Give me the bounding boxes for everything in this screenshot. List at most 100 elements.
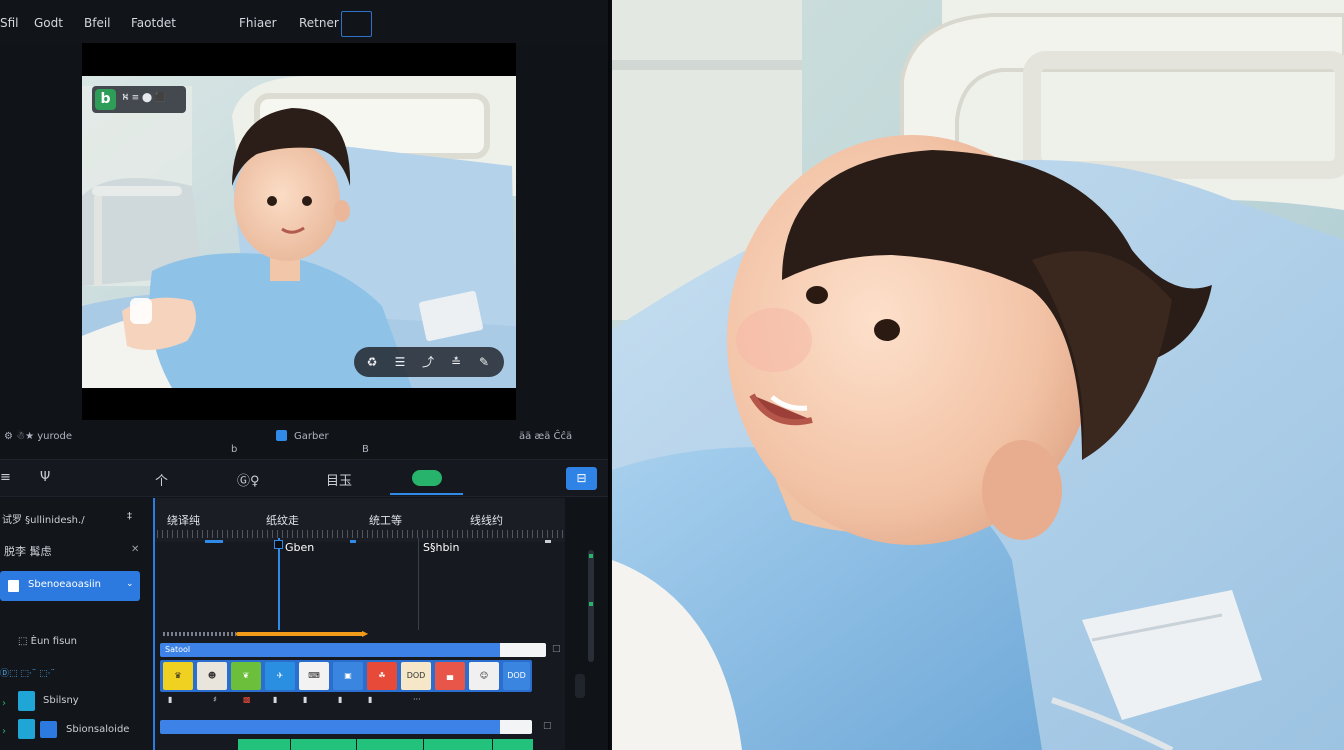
tool-strip: ≡ Ψ 个 Ⓖ♀ 目玉 — [0, 459, 608, 497]
reference-photo — [612, 0, 1344, 750]
scroll-track[interactable] — [588, 550, 594, 662]
marker-2[interactable] — [350, 540, 356, 543]
panel-toggle-button[interactable]: ⊟ — [566, 467, 597, 490]
keyframe-5[interactable]: ▮ — [303, 695, 307, 704]
video-editor-window: Sfil Godt Bfeil Faotdet Fhiaer Retner b … — [0, 0, 610, 750]
menu-file[interactable]: Sfil — [0, 16, 19, 30]
timeline-vertical-scrollbar[interactable] — [566, 498, 608, 750]
thumb-3[interactable]: ❦ — [231, 662, 261, 690]
active-tool-arrow-icon: ► — [433, 470, 443, 484]
thumb-2[interactable]: ☻ — [197, 662, 227, 690]
range-arrow-icon: ▶ — [362, 629, 369, 638]
timeline[interactable]: 绕译纯 纸纹走 统工等 线线约 S§hbin Gben ▶ Satool □ ♛… — [153, 498, 565, 750]
keyframe-1[interactable]: ▮ — [168, 695, 172, 704]
video-track-1-label: Satool — [165, 645, 191, 654]
ruler-label-1: 绕译纯 — [167, 514, 200, 527]
time-marker-label: S§hbin — [423, 541, 460, 554]
thumb-5[interactable]: ⌨ — [299, 662, 329, 690]
chevron-down-icon[interactable]: ⌄ — [126, 579, 134, 589]
ruler-label-3: 统工等 — [369, 514, 402, 527]
keyframe-8[interactable]: ··· — [413, 695, 421, 704]
audio-range-bar[interactable] — [236, 632, 364, 636]
track-1-menu-icon[interactable]: □ — [552, 644, 561, 654]
timeline-ruler[interactable]: 绕译纯 纸纹走 统工等 线线约 — [155, 498, 565, 542]
keyframe-2[interactable]: ♯ — [213, 695, 217, 704]
split-tool-button[interactable]: Ψ — [40, 470, 50, 485]
thumb-11[interactable]: DOD — [503, 662, 530, 690]
selected-item-label: Sbenoeaoasiin — [28, 579, 101, 590]
track-name-1[interactable]: Sbilsny — [43, 695, 79, 706]
track-name-2[interactable]: Sbionsaloide — [66, 724, 129, 735]
menu-filter[interactable]: Fhiaer — [239, 16, 277, 30]
track-color-swatch-2 — [18, 719, 35, 739]
side-panel-selected-item[interactable]: Sbenoeaoasiin ⌄ — [0, 571, 140, 601]
menu-format[interactable]: Faotdet — [131, 16, 176, 30]
video-track-2[interactable] — [160, 720, 532, 734]
playback-status-row: ⚙ ☃★ yurode Garber b B ää æä Ĉĉä — [0, 426, 608, 458]
side-panel-filter-row[interactable]: Ⓓ⬚ ⬚·¨ ⬚·¨ — [0, 666, 55, 679]
menu-bar: Sfil Godt Bfeil Faotdet Fhiaer Retner — [0, 0, 608, 46]
thumb-1[interactable]: ♛ — [163, 662, 193, 690]
badge-text: ⛕ ≡ ⬤ ⬛ — [122, 93, 167, 103]
thumb-8[interactable]: DOD — [401, 662, 431, 690]
preview-toolbar: ♻ ☰ ⤴ ≛ ✎ — [354, 347, 504, 377]
track-visible-icon-2[interactable]: › — [2, 726, 6, 737]
time-marker-line — [418, 538, 419, 630]
level-indicator — [589, 554, 593, 558]
ruler-label-4: 线线约 — [470, 514, 503, 527]
app-logo-icon: b — [95, 89, 116, 110]
audio-track[interactable] — [238, 739, 533, 750]
status-left-text: ⚙ ☃★ yurode — [4, 431, 73, 442]
play-icon[interactable] — [276, 430, 287, 441]
menu-render[interactable]: Retner — [299, 16, 339, 30]
keyframe-4[interactable]: ▮ — [273, 695, 277, 704]
scroll-thumb[interactable] — [575, 674, 585, 698]
side-panel-row-tools[interactable]: 脱李 髯虑 — [4, 543, 52, 559]
playhead-handle[interactable] — [274, 540, 283, 549]
menu-edit[interactable]: Godt — [34, 16, 63, 30]
media-side-panel — [0, 498, 152, 750]
track-visible-icon[interactable]: › — [2, 698, 6, 709]
keyframe-6[interactable]: ▮ — [338, 695, 342, 704]
hamburger-menu-icon[interactable]: ≡ — [0, 470, 11, 485]
rotate-icon[interactable]: ♻ — [364, 354, 380, 370]
menu-active-button[interactable] — [341, 11, 372, 37]
clip-thumbnail-strip[interactable]: ♛ ☻ ❦ ✈ ⌨ ▣ ☘ DOD ▄ ☺ DOD — [160, 660, 532, 692]
marker-3[interactable] — [545, 540, 551, 543]
side-panel-pin-icon[interactable]: ‡ — [127, 511, 132, 522]
keyframe-3[interactable]: ▩ — [243, 695, 251, 704]
menu-view[interactable]: Bfeil — [84, 16, 111, 30]
preview-overlay-badge: b ⛕ ≡ ⬤ ⬛ — [92, 86, 186, 113]
brush-icon[interactable]: ✎ — [476, 354, 492, 370]
playhead[interactable] — [274, 538, 283, 630]
thumb-10[interactable]: ☺ — [469, 662, 499, 690]
preview-image — [82, 76, 516, 388]
track-lock-icon[interactable] — [40, 721, 57, 738]
next-frame-button[interactable]: B — [362, 444, 369, 455]
prev-frame-button[interactable]: b — [231, 444, 237, 455]
marker-1[interactable] — [205, 540, 223, 543]
side-panel-section[interactable]: ⬚ Èun fisun — [18, 636, 77, 647]
video-track-1[interactable]: Satool — [160, 643, 546, 657]
arrow-tool-button[interactable]: 个 — [155, 470, 168, 489]
side-panel-header: 试罗 §ullinidesh./ — [2, 515, 85, 526]
keyframe-7[interactable]: ▮ — [368, 695, 372, 704]
preview-video-frame[interactable] — [82, 76, 516, 388]
track-color-swatch — [18, 691, 35, 711]
layout-tool-button[interactable]: 目玉 — [326, 470, 352, 489]
audio-tool-button[interactable]: Ⓖ♀ — [237, 470, 260, 489]
folder-icon — [8, 580, 19, 592]
track-end-cap — [500, 643, 546, 657]
thumb-7[interactable]: ☘ — [367, 662, 397, 690]
adjust-icon[interactable]: ☰ — [392, 354, 408, 370]
thumb-9[interactable]: ▄ — [435, 662, 465, 690]
close-icon[interactable]: ✕ — [131, 544, 139, 555]
cursor-icon[interactable]: ⤴ — [420, 354, 436, 370]
text-icon[interactable]: ≛ — [448, 354, 464, 370]
audio-range-dotted — [163, 632, 236, 636]
thumb-6[interactable]: ▣ — [333, 662, 363, 690]
status-center-text: Garber — [294, 431, 329, 442]
active-tab-indicator — [390, 493, 463, 495]
track-2-menu-icon[interactable]: □ — [543, 721, 552, 731]
thumb-4[interactable]: ✈ — [265, 662, 295, 690]
